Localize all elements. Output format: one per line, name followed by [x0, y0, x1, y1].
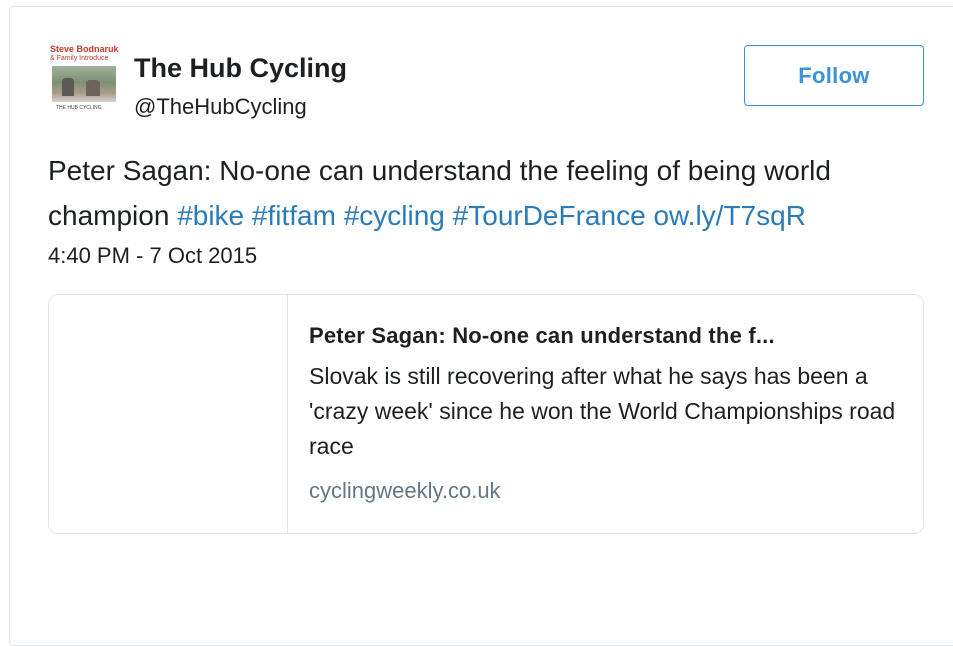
hashtag-bike[interactable]: #bike [177, 200, 244, 231]
avatar-photo [52, 66, 116, 102]
card-title: Peter Sagan: No-one can understand the f… [309, 323, 775, 348]
hashtag-cycling[interactable]: #cycling [344, 200, 445, 231]
tweet-link[interactable]: ow.ly/T7sqR [653, 200, 806, 231]
hashtag-tourdefrance[interactable]: #TourDeFrance [453, 200, 646, 231]
card-thumbnail [49, 295, 288, 533]
display-name[interactable]: The Hub Cycling [134, 53, 347, 84]
avatar-caption: THE HUB CYCLING [56, 105, 102, 111]
timestamp[interactable]: 4:40 PM - 7 Oct 2015 [48, 243, 257, 269]
hashtag-fitfam[interactable]: #fitfam [252, 200, 336, 231]
link-card[interactable]: Peter Sagan: No-one can understand the f… [48, 294, 924, 534]
avatar-text-line1: Steve Bodnaruk [50, 44, 119, 54]
avatar[interactable]: Steve Bodnaruk & Family Introduce THE HU… [48, 44, 120, 116]
card-domain: cyclingweekly.co.uk [309, 478, 501, 503]
tweet-text: Peter Sagan: No-one can understand the f… [48, 148, 928, 238]
card-description: Slovak is still recovering after what he… [309, 363, 896, 459]
screen-name[interactable]: @TheHubCycling [134, 94, 307, 120]
follow-button[interactable]: Follow [744, 45, 924, 106]
avatar-text-line2: & Family Introduce [50, 55, 109, 62]
